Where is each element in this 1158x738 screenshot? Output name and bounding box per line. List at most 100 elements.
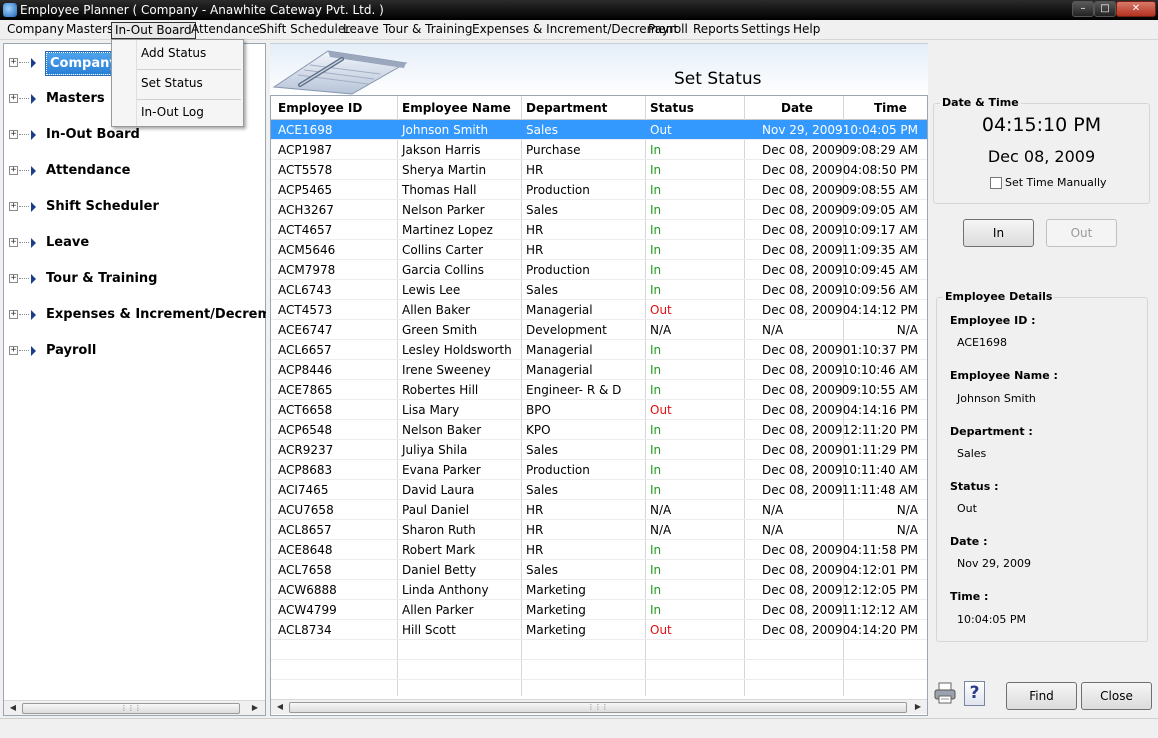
table-row[interactable] bbox=[271, 660, 927, 680]
column-header-date[interactable]: Date bbox=[781, 101, 813, 115]
table-row[interactable]: ACR9237 Juliya Shila Sales In Dec 08, 2009 01… bbox=[271, 440, 927, 460]
menu-shift-scheduler[interactable]: Shift Scheduler bbox=[256, 22, 353, 39]
expand-icon[interactable]: + bbox=[9, 166, 18, 175]
table-row[interactable]: ACU7658 Paul Daniel HR N/A N/A N/A bbox=[271, 500, 927, 520]
menu-help[interactable]: Help bbox=[790, 22, 823, 39]
table-row[interactable] bbox=[271, 640, 927, 660]
find-button[interactable]: Find bbox=[1006, 682, 1077, 710]
table-horizontal-scrollbar[interactable]: ◀ ⋮⋮⋮ ▶ bbox=[271, 699, 927, 714]
table-row[interactable]: ACE8648 Robert Mark HR In Dec 08, 2009 04:11:… bbox=[271, 540, 927, 560]
dropdown-set-status[interactable]: Set Status bbox=[112, 70, 243, 99]
expand-icon[interactable]: + bbox=[9, 130, 18, 139]
set-time-manually-checkbox[interactable] bbox=[990, 177, 1002, 189]
cell-time: 10:09:45 AM bbox=[841, 263, 918, 277]
expand-icon[interactable]: + bbox=[9, 94, 18, 103]
cell-date: Dec 08, 2009 bbox=[762, 463, 843, 477]
table-row[interactable]: ACE1698 Johnson Smith Sales Out Nov 29, 2009… bbox=[271, 120, 927, 140]
column-header-time[interactable]: Time bbox=[874, 101, 907, 115]
cell-employee-id: ACM5646 bbox=[278, 243, 336, 257]
menu-settings[interactable]: Settings bbox=[738, 22, 793, 39]
table-row[interactable]: ACL6657 Lesley Holdsworth Managerial In Dec … bbox=[271, 340, 927, 360]
expand-icon[interactable]: + bbox=[9, 58, 18, 67]
tree-connector bbox=[19, 206, 29, 207]
table-row[interactable]: ACP5465 Thomas Hall Production In Dec 08, 20… bbox=[271, 180, 927, 200]
help-icon[interactable]: ? bbox=[964, 681, 985, 706]
cell-employee-id: ACT4573 bbox=[278, 303, 333, 317]
expand-icon[interactable]: + bbox=[9, 274, 18, 283]
close-button[interactable]: Close bbox=[1081, 682, 1152, 710]
page-title: Set Status bbox=[674, 69, 762, 89]
tree-horizontal-scrollbar[interactable]: ◀ ⋮⋮⋮ ▶ bbox=[4, 700, 265, 715]
menu-masters[interactable]: Masters bbox=[63, 22, 116, 39]
tree-item-leave[interactable]: + Leave bbox=[4, 232, 266, 254]
table-row[interactable]: ACL8657 Sharon Ruth HR N/A N/A N/A bbox=[271, 520, 927, 540]
table-row[interactable]: ACT4657 Martinez Lopez HR In Dec 08, 2009 10:… bbox=[271, 220, 927, 240]
scroll-left-icon[interactable]: ◀ bbox=[6, 702, 20, 714]
tree-item-tour-training[interactable]: + Tour & Training bbox=[4, 268, 266, 290]
cell-date: Dec 08, 2009 bbox=[762, 363, 843, 377]
table-row[interactable]: ACW4799 Allen Parker Marketing In Dec 08, 20… bbox=[271, 600, 927, 620]
expand-icon[interactable]: + bbox=[9, 238, 18, 247]
column-header-department[interactable]: Department bbox=[526, 101, 607, 115]
table-row[interactable]: ACP1987 Jakson Harris Purchase In Dec 08, 20… bbox=[271, 140, 927, 160]
table-row[interactable]: ACL8734 Hill Scott Marketing Out Dec 08, 200… bbox=[271, 620, 927, 640]
menu-attendance[interactable]: Attendance bbox=[188, 22, 263, 39]
group-title: Employee Details bbox=[943, 290, 1055, 303]
column-header-employee-name[interactable]: Employee Name bbox=[402, 101, 511, 115]
maximize-button[interactable]: □ bbox=[1094, 1, 1116, 17]
table-row[interactable]: ACW6888 Linda Anthony Marketing In Dec 08, 2… bbox=[271, 580, 927, 600]
column-header-status[interactable]: Status bbox=[650, 101, 694, 115]
table-row[interactable]: ACT5578 Sherya Martin HR In Dec 08, 2009 04:0… bbox=[271, 160, 927, 180]
cell-employee-name: Paul Daniel bbox=[402, 503, 470, 517]
tree-item-payroll[interactable]: + Payroll bbox=[4, 340, 266, 362]
table-row[interactable]: ACI7465 David Laura Sales In Dec 08, 2009 11:… bbox=[271, 480, 927, 500]
cell-time: 12:12:05 PM bbox=[842, 583, 918, 597]
printer-icon[interactable] bbox=[934, 681, 956, 705]
table-row[interactable]: ACM5646 Collins Carter HR In Dec 08, 2009 11:… bbox=[271, 240, 927, 260]
table-row[interactable]: ACP8683 Evana Parker Production In Dec 08, 2… bbox=[271, 460, 927, 480]
menu-company[interactable]: Company bbox=[4, 22, 67, 39]
menu-in-out-board[interactable]: In-Out Board bbox=[111, 22, 196, 39]
dropdown-in-out-log[interactable]: In-Out Log bbox=[112, 99, 243, 128]
column-header-employee-id[interactable]: Employee ID bbox=[278, 101, 362, 115]
table-row[interactable]: ACE7865 Robertes Hill Engineer- R & D In Dec… bbox=[271, 380, 927, 400]
close-window-button[interactable]: ✕ bbox=[1116, 1, 1156, 17]
table-row[interactable]: ACP6548 Nelson Baker KPO In Dec 08, 2009 12:1… bbox=[271, 420, 927, 440]
cell-status: In bbox=[650, 383, 662, 397]
menu-tour-training[interactable]: Tour & Training bbox=[380, 22, 476, 39]
expand-icon[interactable]: + bbox=[9, 346, 18, 355]
cell-department: Managerial bbox=[526, 343, 593, 357]
cell-employee-name: Collins Carter bbox=[402, 243, 484, 257]
scrollbar-thumb[interactable]: ⋮⋮⋮ bbox=[289, 702, 907, 713]
scroll-right-icon[interactable]: ▶ bbox=[248, 702, 262, 714]
scroll-right-icon[interactable]: ▶ bbox=[911, 701, 925, 713]
tree-item-expenses[interactable]: + Expenses & Increment/Decrement bbox=[4, 304, 266, 326]
table-row[interactable]: ACL6743 Lewis Lee Sales In Dec 08, 2009 10:09… bbox=[271, 280, 927, 300]
cell-status: In bbox=[650, 543, 662, 557]
in-button[interactable]: In bbox=[963, 219, 1034, 247]
notebook-pen-icon bbox=[272, 50, 408, 95]
table-row[interactable]: ACL7658 Daniel Betty Sales In Dec 08, 2009 04… bbox=[271, 560, 927, 580]
table-row[interactable]: ACT4573 Allen Baker Managerial Out Dec 08, 2… bbox=[271, 300, 927, 320]
scrollbar-thumb[interactable]: ⋮⋮⋮ bbox=[22, 703, 240, 714]
cell-status: Out bbox=[650, 303, 672, 317]
menu-reports[interactable]: Reports bbox=[690, 22, 742, 39]
minimize-button[interactable]: – bbox=[1072, 1, 1094, 17]
scroll-left-icon[interactable]: ◀ bbox=[273, 701, 287, 713]
tree-item-shift-scheduler[interactable]: + Shift Scheduler bbox=[4, 196, 266, 218]
tree-item-label: Expenses & Increment/Decrement bbox=[46, 307, 266, 322]
table-row[interactable]: ACE6747 Green Smith Development N/A N/A N/A bbox=[271, 320, 927, 340]
menu-leave[interactable]: Leave bbox=[340, 22, 382, 39]
out-button[interactable]: Out bbox=[1046, 219, 1117, 247]
tree-item-attendance[interactable]: + Attendance bbox=[4, 160, 266, 182]
table-row[interactable]: ACP8446 Irene Sweeney Managerial In Dec 08, … bbox=[271, 360, 927, 380]
table-row[interactable]: ACM7978 Garcia Collins Production In Dec 08,… bbox=[271, 260, 927, 280]
cell-employee-id: ACH3267 bbox=[278, 203, 334, 217]
dropdown-add-status[interactable]: Add Status bbox=[112, 40, 243, 69]
menu-payroll[interactable]: Payroll bbox=[645, 22, 691, 39]
expand-icon[interactable]: + bbox=[9, 202, 18, 211]
table-row[interactable]: ACH3267 Nelson Parker Sales In Dec 08, 2009 0… bbox=[271, 200, 927, 220]
expand-icon[interactable]: + bbox=[9, 310, 18, 319]
table-row[interactable]: ACT6658 Lisa Mary BPO Out Dec 08, 2009 04:14:… bbox=[271, 400, 927, 420]
cell-employee-name: Irene Sweeney bbox=[402, 363, 491, 377]
